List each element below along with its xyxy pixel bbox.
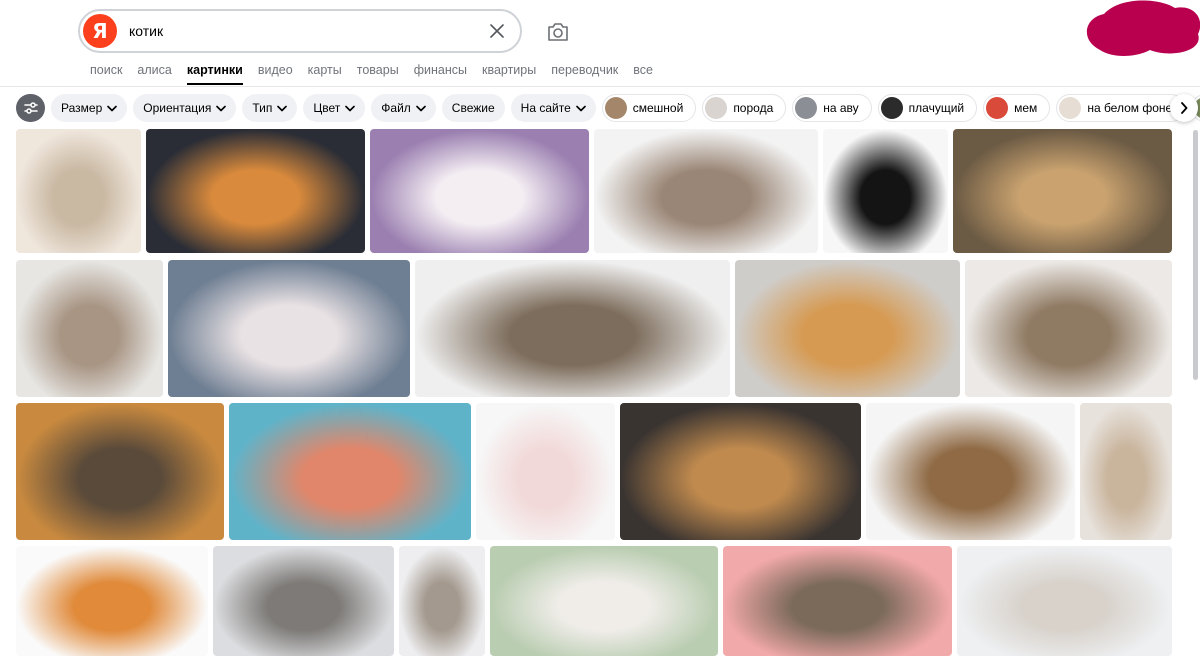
tab-1[interactable]: алиса bbox=[137, 63, 171, 77]
search-input[interactable] bbox=[129, 23, 459, 39]
tab-4[interactable]: карты bbox=[308, 63, 342, 77]
suggestion-thumbnail bbox=[1059, 97, 1082, 119]
chevron-down-icon bbox=[277, 105, 288, 111]
image-kitten-yarn-ball[interactable] bbox=[229, 403, 471, 540]
avatar-blob-decoration bbox=[1086, 0, 1200, 56]
image-white-kitten-plants[interactable] bbox=[490, 546, 718, 656]
image-white-persian-window[interactable] bbox=[168, 260, 410, 397]
suggestion-chip-5[interactable]: на белом фоне bbox=[1056, 94, 1186, 122]
sliders-icon bbox=[23, 102, 38, 114]
image-cartoon-kitten-white[interactable] bbox=[16, 129, 141, 253]
header-divider bbox=[0, 86, 1200, 87]
chevron-down-icon bbox=[216, 105, 227, 111]
image-kitten-window-sill[interactable] bbox=[213, 546, 394, 656]
filter-chip-3[interactable]: Цвет bbox=[303, 94, 366, 122]
image-kitten-white-basket[interactable] bbox=[16, 260, 163, 397]
filters-bar: Размер Ориентация Тип Цвет Файл Свежие На сайт… bbox=[16, 94, 1200, 122]
image-ginger-kitten-dark-bg[interactable] bbox=[146, 129, 365, 253]
chevron-down-icon bbox=[415, 105, 426, 111]
image-kitten-white-sheets[interactable] bbox=[399, 546, 485, 656]
filter-chip-2[interactable]: Тип bbox=[242, 94, 298, 122]
tab-3[interactable]: видео bbox=[258, 63, 293, 77]
camera-icon[interactable] bbox=[546, 21, 570, 43]
chevron-right-icon bbox=[1181, 102, 1188, 114]
image-tabby-kitten-sunny[interactable] bbox=[953, 129, 1172, 253]
filters-next-button[interactable] bbox=[1170, 94, 1198, 122]
suggestion-thumbnail bbox=[880, 97, 903, 119]
filter-chip-1[interactable]: Ориентация bbox=[133, 94, 237, 122]
filter-chip-label: Ориентация bbox=[143, 101, 212, 115]
filter-chip-label: Тип bbox=[252, 101, 273, 115]
suggestion-thumbnail bbox=[604, 97, 627, 119]
tab-9[interactable]: все bbox=[633, 63, 653, 77]
suggestion-thumbnail bbox=[795, 97, 818, 119]
suggestion-thumbnail bbox=[986, 97, 1009, 119]
scrollbar[interactable] bbox=[1193, 130, 1198, 380]
suggestion-chip-3[interactable]: плачущий bbox=[877, 94, 978, 122]
image-ginger-cat-armchair[interactable] bbox=[735, 260, 960, 397]
tab-2[interactable]: картинки bbox=[186, 63, 243, 85]
filter-chip-5[interactable]: Свежие bbox=[441, 94, 505, 122]
filter-chip-label: Файл bbox=[381, 101, 411, 115]
image-smiling-tabby-cat[interactable] bbox=[866, 403, 1075, 540]
image-cartoon-white-cat[interactable] bbox=[476, 403, 615, 540]
chevron-down-icon bbox=[107, 105, 118, 111]
image-two-white-kittens-snow[interactable] bbox=[957, 546, 1172, 656]
tab-0[interactable]: поиск bbox=[90, 63, 122, 77]
image-tabby-curled-sleeping[interactable] bbox=[965, 260, 1172, 397]
suggestion-chip-4[interactable]: мем bbox=[983, 94, 1051, 122]
suggestion-chip-1[interactable]: порода bbox=[702, 94, 787, 122]
search-tabs: поиск алиса картинки видео карты товары финанс… bbox=[90, 63, 668, 85]
image-tabby-kitten-blanket[interactable] bbox=[620, 403, 861, 540]
yandex-logo-icon[interactable]: Я bbox=[83, 14, 117, 48]
search-box[interactable]: Я bbox=[78, 9, 522, 53]
suggestion-label: порода bbox=[733, 101, 774, 115]
suggestion-chip-0[interactable]: смешной bbox=[601, 94, 697, 122]
image-ginger-kitten-surprised[interactable] bbox=[16, 546, 208, 656]
filter-chip-label: На сайте bbox=[520, 101, 571, 115]
suggestion-chip-2[interactable]: на аву bbox=[792, 94, 872, 122]
filter-chip-6[interactable]: На сайте bbox=[510, 94, 596, 122]
image-cat-smartphone[interactable] bbox=[16, 403, 224, 540]
image-fluffy-white-creature[interactable] bbox=[370, 129, 589, 253]
suggestion-label: смешной bbox=[632, 101, 684, 115]
tab-8[interactable]: переводчик bbox=[551, 63, 618, 77]
suggestion-label: мем bbox=[1014, 101, 1038, 115]
suggestion-label: на белом фоне bbox=[1087, 101, 1173, 115]
image-black-kitten[interactable] bbox=[823, 129, 948, 253]
chevron-down-icon bbox=[345, 105, 356, 111]
filter-chip-label: Размер bbox=[61, 101, 103, 115]
suggestion-label: плачущий bbox=[908, 101, 965, 115]
close-icon[interactable] bbox=[488, 22, 506, 40]
suggestion-thumbnail bbox=[705, 97, 728, 119]
filter-chip-label: Свежие bbox=[451, 101, 495, 115]
filter-chip-0[interactable]: Размер bbox=[51, 94, 128, 122]
filter-chip-label: Цвет bbox=[313, 101, 341, 115]
tab-6[interactable]: финансы bbox=[414, 63, 467, 77]
image-kitten-red-heart[interactable] bbox=[723, 546, 952, 656]
suggestion-label: на аву bbox=[823, 101, 859, 115]
image-tabby-kitten-lying[interactable] bbox=[594, 129, 818, 253]
filter-settings-button[interactable] bbox=[16, 94, 45, 122]
filter-chip-4[interactable]: Файл bbox=[371, 94, 436, 122]
tab-5[interactable]: товары bbox=[357, 63, 399, 77]
image-kitten-sofa-bright[interactable] bbox=[1080, 403, 1172, 540]
chevron-down-icon bbox=[575, 105, 586, 111]
image-tabby-sleeping-blanket[interactable] bbox=[415, 260, 730, 397]
tab-7[interactable]: квартиры bbox=[482, 63, 536, 77]
